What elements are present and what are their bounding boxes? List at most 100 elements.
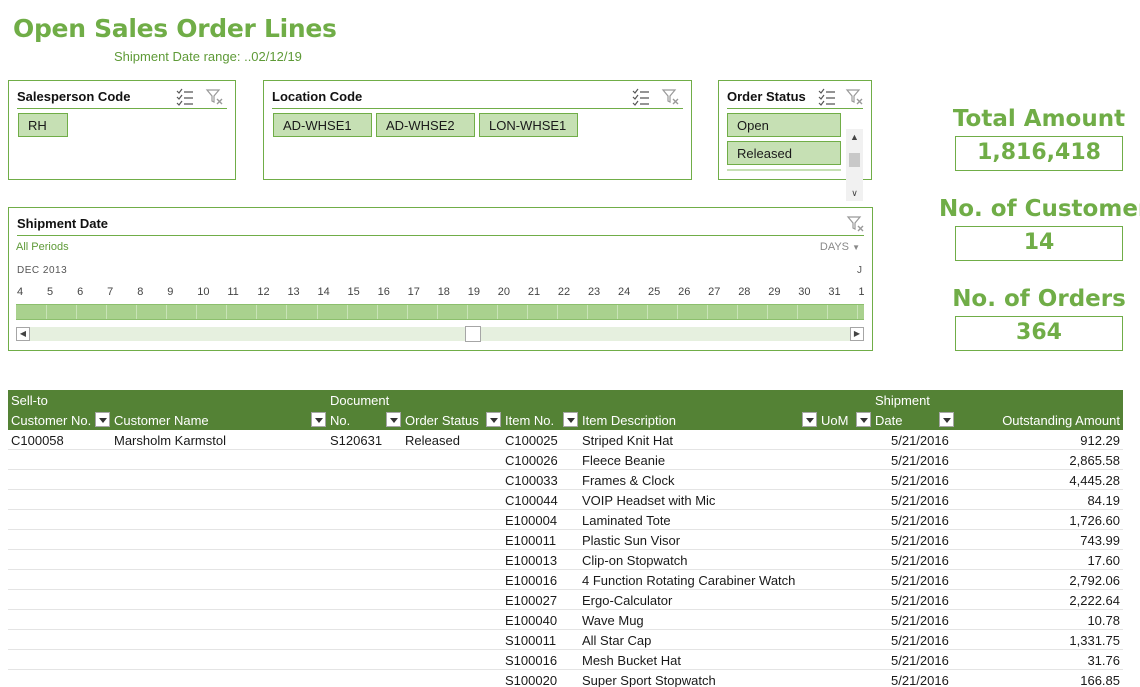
timeline-period-bar[interactable]	[16, 304, 864, 320]
timeline-day-label[interactable]: 19	[468, 286, 480, 298]
timeline-day-label[interactable]: 25	[648, 286, 660, 298]
table-row[interactable]: C100044 VOIP Headset with Mic 5/21/2016 84.…	[8, 490, 1123, 510]
timeline-day-label[interactable]: 23	[588, 286, 600, 298]
filter-customer-no-button[interactable]	[95, 412, 110, 427]
slicer-item-lon-whse1[interactable]: LON-WHSE1	[479, 113, 578, 137]
cell-item-no: E100040	[505, 613, 558, 628]
timeline-day-label[interactable]: 15	[348, 286, 360, 298]
slicer-scrollbar[interactable]: ▲ ∨	[846, 129, 863, 201]
timeline-day-tick	[436, 305, 438, 319]
cell-amount: 31.76	[1087, 653, 1120, 668]
timeline-day-label[interactable]: 17	[408, 286, 420, 298]
cell-item-desc: Ergo-Calculator	[582, 593, 673, 608]
cell-item-desc: Frames & Clock	[582, 473, 675, 488]
timeline-day-label[interactable]: 5	[47, 286, 53, 298]
timeline-day-label[interactable]: 1	[858, 286, 864, 298]
timeline-day-label[interactable]: 22	[558, 286, 570, 298]
filter-customer-name-button[interactable]	[311, 412, 326, 427]
table-row[interactable]: S100016 Mesh Bucket Hat 5/21/2016 31.76	[8, 650, 1123, 670]
timeline-day-label[interactable]: 13	[287, 286, 299, 298]
filter-item-description-button[interactable]	[802, 412, 817, 427]
col-header-shipment-date: Date	[875, 413, 903, 428]
cell-amount: 2,865.58	[1069, 453, 1120, 468]
timeline-day-tick	[526, 305, 528, 319]
multi-select-icon[interactable]	[817, 87, 837, 107]
timeline-scroll-thumb[interactable]	[465, 326, 481, 342]
timeline-day-label[interactable]: 8	[137, 286, 143, 298]
col-header-shipment-line1: Shipment	[875, 393, 930, 408]
page-title: Open Sales Order Lines	[13, 14, 337, 43]
table-row[interactable]: S100020 Super Sport Stopwatch 5/21/2016 166…	[8, 670, 1123, 687]
filter-order-status-button[interactable]	[486, 412, 501, 427]
timeline-day-tick	[406, 305, 408, 319]
timeline-day-label[interactable]: 9	[167, 286, 173, 298]
scroll-left-button[interactable]: ◀	[16, 327, 30, 341]
date-range-subtitle: Shipment Date range: ..02/12/19	[114, 49, 302, 64]
timeline-day-label[interactable]: 30	[798, 286, 810, 298]
cell-item-no: E100004	[505, 513, 558, 528]
slicer-item-rh[interactable]: RH	[18, 113, 68, 137]
filter-item-no-button[interactable]	[563, 412, 578, 427]
filter-shipment-date-button[interactable]	[939, 412, 954, 427]
filter-document-no-button[interactable]	[386, 412, 401, 427]
slicer-item-released[interactable]: Released	[727, 141, 841, 165]
table-row[interactable]: E100040 Wave Mug 5/21/2016 10.78	[8, 610, 1123, 630]
clear-filter-icon[interactable]	[205, 87, 225, 107]
table-row[interactable]: E100004 Laminated Tote 5/21/2016 1,726.60	[8, 510, 1123, 530]
cell-item-no: S100011	[505, 633, 557, 648]
table-row[interactable]: E100013 Clip-on Stopwatch 5/21/2016 17.60	[8, 550, 1123, 570]
scroll-thumb[interactable]	[849, 153, 860, 167]
order-status-slicer: Order Status Open Released ▲ ∨	[718, 80, 872, 201]
timeline-day-label[interactable]: 18	[438, 286, 450, 298]
timeline-day-label[interactable]: 29	[768, 286, 780, 298]
timeline-day-label[interactable]: 27	[708, 286, 720, 298]
timeline-scrollbar[interactable]: ◀ ▶	[16, 326, 864, 342]
timeline-day-label[interactable]: 12	[257, 286, 269, 298]
timeline-day-label[interactable]: 10	[197, 286, 209, 298]
table-row[interactable]: S100011 All Star Cap 5/21/2016 1,331.75	[8, 630, 1123, 650]
clear-filter-icon[interactable]	[661, 87, 681, 107]
multi-select-icon[interactable]	[175, 87, 195, 107]
cell-order-status: Released	[405, 433, 460, 448]
timeline-day-label[interactable]: 31	[828, 286, 840, 298]
table-row[interactable]: E100027 Ergo-Calculator 5/21/2016 2,222.64	[8, 590, 1123, 610]
timeline-day-label[interactable]: 11	[227, 286, 238, 298]
scroll-right-button[interactable]: ▶	[850, 327, 864, 341]
clear-filter-icon[interactable]	[845, 87, 865, 107]
timeline-day-label[interactable]: 26	[678, 286, 690, 298]
cell-amount: 84.19	[1087, 493, 1120, 508]
timeline-day-label[interactable]: 4	[17, 286, 23, 298]
slicer-item-ad-whse2[interactable]: AD-WHSE2	[376, 113, 475, 137]
col-header-document-line1: Document	[330, 393, 390, 408]
slicer-item-open[interactable]: Open	[727, 113, 841, 137]
timeline-day-label[interactable]: 14	[318, 286, 330, 298]
cell-ship-date: 5/21/2016	[891, 593, 949, 608]
kpi-total-amount-value: 1,816,418	[955, 136, 1123, 171]
table-body: C100058 Marsholm Karmstol S120631 Released C…	[8, 430, 1123, 687]
time-level-dropdown[interactable]: DAYS ▼	[820, 241, 860, 253]
filter-uom-button[interactable]	[856, 412, 871, 427]
timeline-day-label[interactable]: 21	[528, 286, 540, 298]
clear-filter-icon[interactable]	[846, 214, 866, 234]
timeline-day-label[interactable]: 24	[618, 286, 630, 298]
table-row[interactable]: C100026 Fleece Beanie 5/21/2016 2,865.58	[8, 450, 1123, 470]
timeline-day-label[interactable]: 16	[378, 286, 390, 298]
timeline-day-label[interactable]: 6	[77, 286, 83, 298]
table-row[interactable]: E100016 4 Function Rotating Carabiner Wat…	[8, 570, 1123, 590]
table-row[interactable]: E100011 Plastic Sun Visor 5/21/2016 743.99	[8, 530, 1123, 550]
cell-item-desc: Plastic Sun Visor	[582, 533, 681, 548]
table-row[interactable]: C100058 Marsholm Karmstol S120631 Released C…	[8, 430, 1123, 450]
timeline-day-label[interactable]: 20	[498, 286, 510, 298]
slicer-item-ad-whse1[interactable]: AD-WHSE1	[273, 113, 372, 137]
timeline-day-label[interactable]: 7	[107, 286, 113, 298]
table-row[interactable]: C100033 Frames & Clock 5/21/2016 4,445.28	[8, 470, 1123, 490]
slicer-header: Order Status	[727, 87, 863, 109]
time-level-label: DAYS	[819, 241, 850, 253]
scroll-down-button[interactable]: ∨	[846, 185, 863, 201]
scroll-up-button[interactable]: ▲	[846, 129, 863, 145]
kpi-customers-label: No. of Customers	[939, 196, 1140, 222]
multi-select-icon[interactable]	[631, 87, 651, 107]
timeline-day-tick	[767, 305, 769, 319]
col-header-uom: UoM	[821, 413, 849, 428]
timeline-day-label[interactable]: 28	[738, 286, 750, 298]
